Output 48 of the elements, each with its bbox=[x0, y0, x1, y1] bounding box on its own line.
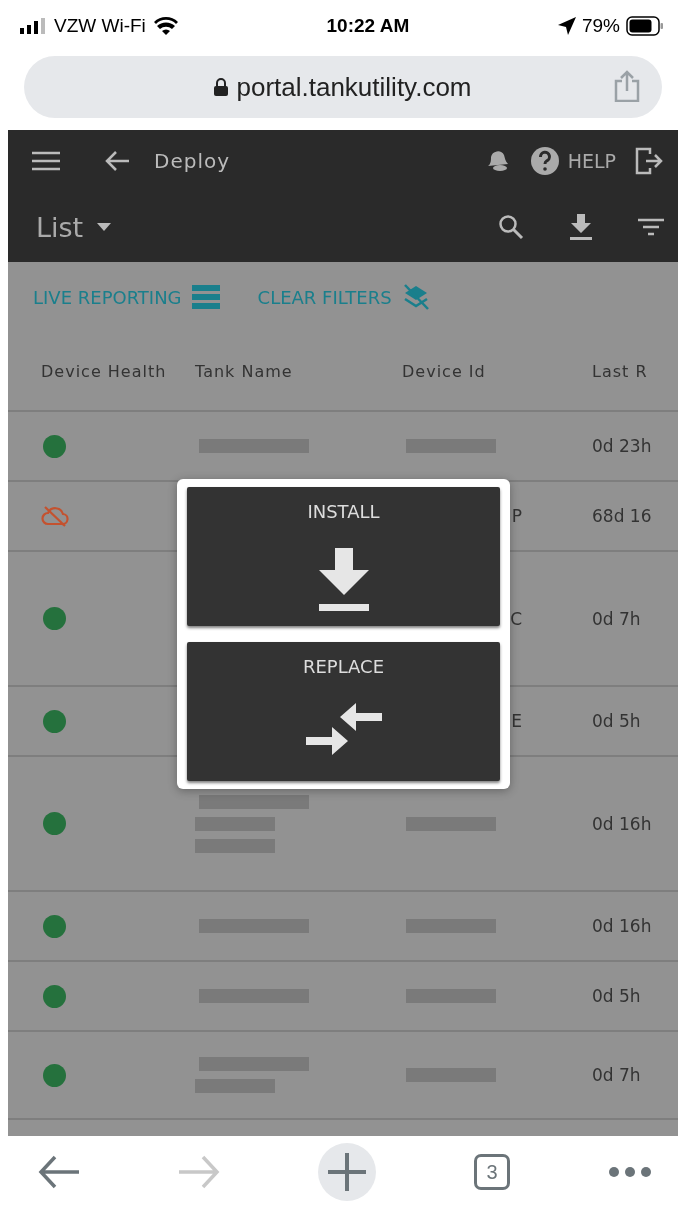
column-header[interactable]: Last R bbox=[592, 361, 678, 381]
download-icon bbox=[316, 548, 371, 612]
filter-icon[interactable] bbox=[638, 218, 664, 236]
table-cell-text: 0d 7h bbox=[592, 608, 642, 629]
table-cell-text: 68d 16 bbox=[592, 506, 653, 526]
more-icon[interactable] bbox=[608, 1166, 652, 1178]
dialog-option[interactable]: INSTALL bbox=[187, 487, 500, 626]
lock-icon bbox=[214, 78, 229, 96]
table-cell: E bbox=[511, 711, 522, 731]
wifi-icon bbox=[153, 17, 178, 35]
menu-icon[interactable] bbox=[32, 151, 60, 171]
battery-percent: 79% bbox=[581, 15, 620, 37]
search-icon[interactable] bbox=[498, 214, 524, 240]
help-link[interactable]: HELP bbox=[567, 150, 616, 172]
back-arrow-icon[interactable] bbox=[104, 150, 130, 172]
layers-off-icon bbox=[401, 283, 430, 311]
table-cell: C bbox=[510, 608, 522, 629]
signal-icon bbox=[20, 18, 46, 34]
carrier-text: VZW Wi-Fi bbox=[54, 15, 146, 37]
caret-icon bbox=[97, 223, 112, 231]
logout-icon[interactable] bbox=[634, 146, 664, 176]
page-title: Deploy bbox=[154, 149, 231, 173]
download-icon[interactable] bbox=[570, 214, 592, 240]
table-row[interactable]: 0d 16h bbox=[8, 892, 678, 962]
table-cell: P bbox=[511, 506, 522, 526]
help-icon[interactable] bbox=[529, 146, 560, 176]
back-icon[interactable] bbox=[38, 1155, 80, 1189]
table-cell-text: 0d 7h bbox=[592, 1065, 642, 1085]
dialog-option[interactable]: REPLACE bbox=[187, 642, 500, 781]
view-dropdown[interactable]: List bbox=[32, 211, 112, 243]
location-arrow-icon bbox=[557, 17, 576, 35]
table-cell-text: 0d 16h bbox=[592, 916, 653, 936]
tabs-button[interactable]: 3 bbox=[474, 1154, 510, 1190]
column-header[interactable]: Device Health bbox=[8, 361, 195, 381]
table-cell-text: 0d 16h bbox=[592, 813, 653, 834]
column-header[interactable]: Tank Name bbox=[195, 361, 402, 381]
column-header[interactable]: Device Id bbox=[402, 361, 592, 381]
table-cell-text: 0d 5h bbox=[592, 986, 642, 1006]
battery-icon bbox=[626, 16, 664, 36]
list-icon bbox=[191, 285, 220, 309]
plus-icon bbox=[328, 1153, 366, 1191]
address-bar[interactable]: portal.tankutility.com bbox=[24, 56, 662, 118]
clock-text: 10:22 AM bbox=[326, 15, 410, 37]
table-cell-text: 0d 5h bbox=[592, 711, 642, 731]
table-cell-text: 0d 23h bbox=[592, 436, 653, 456]
swap-arrows-icon bbox=[305, 703, 382, 755]
table-row[interactable]: 0d 5h bbox=[8, 962, 678, 1032]
table-row[interactable]: 0d 7h bbox=[8, 1032, 678, 1120]
